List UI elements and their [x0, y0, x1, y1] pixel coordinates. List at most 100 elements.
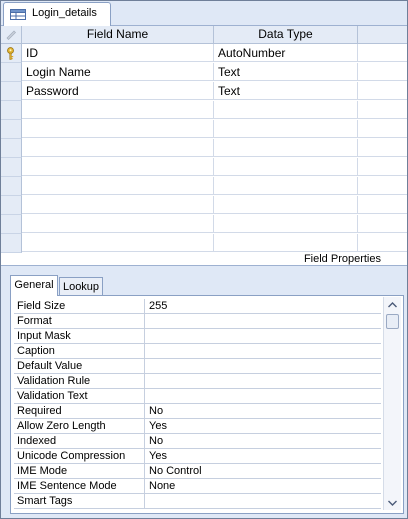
property-row: Default Value [14, 359, 381, 374]
property-name: Validation Text [14, 389, 145, 404]
property-name: IME Sentence Mode [14, 479, 145, 494]
description-cell[interactable] [358, 234, 407, 252]
table-design-window: Login_details Field Name Data Type ID Aut… [0, 0, 408, 519]
row-selector[interactable] [1, 44, 22, 63]
field-properties-title: Field Properties [303, 253, 381, 265]
tab-general[interactable]: General [10, 275, 58, 296]
property-scrollbar[interactable] [383, 297, 401, 510]
property-value[interactable]: No [145, 404, 381, 419]
property-value[interactable] [145, 389, 381, 404]
property-row: Allow Zero Length Yes [14, 419, 381, 434]
tab-lookup[interactable]: Lookup [59, 277, 103, 296]
property-name: Required [14, 404, 145, 419]
primary-key-icon [7, 47, 14, 60]
data-type-cell[interactable]: Text [214, 63, 358, 81]
property-name: IME Mode [14, 464, 145, 479]
property-row: Validation Text [14, 389, 381, 404]
data-type-cell[interactable] [214, 177, 358, 195]
description-cell[interactable] [358, 120, 407, 138]
property-name: Input Mask [14, 329, 145, 344]
field-name-cell[interactable]: Password [22, 82, 214, 100]
column-header-description[interactable] [358, 26, 407, 44]
general-properties-panel: Field Size 255 Format Input Mask Caption Defa… [10, 295, 404, 514]
description-cell[interactable] [358, 63, 407, 81]
pencil-icon [6, 30, 16, 40]
row-selector[interactable] [1, 158, 22, 177]
data-type-cell[interactable]: Text [214, 82, 358, 100]
row-selector[interactable] [1, 139, 22, 158]
row-selector[interactable] [1, 234, 22, 253]
property-value[interactable] [145, 494, 381, 509]
property-value[interactable]: Yes [145, 419, 381, 434]
description-cell[interactable] [358, 44, 407, 62]
property-name: Unicode Compression [14, 449, 145, 464]
description-cell[interactable] [358, 101, 407, 119]
data-type-cell[interactable] [214, 101, 358, 119]
property-name: Format [14, 314, 145, 329]
description-cell[interactable] [358, 196, 407, 214]
scroll-thumb[interactable] [386, 314, 399, 329]
property-row: Field Size 255 [14, 299, 381, 314]
property-name: Indexed [14, 434, 145, 449]
grid-corner [1, 26, 22, 44]
row-selector[interactable] [1, 82, 22, 101]
property-row: Validation Rule [14, 374, 381, 389]
description-cell[interactable] [358, 139, 407, 157]
property-value[interactable]: No [145, 434, 381, 449]
description-cell[interactable] [358, 177, 407, 195]
property-value[interactable]: None [145, 479, 381, 494]
property-row: Required No [14, 404, 381, 419]
chevron-down-icon [388, 500, 397, 506]
description-cell[interactable] [358, 158, 407, 176]
field-name-cell[interactable] [22, 158, 214, 176]
data-type-cell[interactable] [214, 158, 358, 176]
data-type-cell[interactable] [214, 234, 358, 252]
row-selector[interactable] [1, 63, 22, 82]
field-name-cell[interactable] [22, 215, 214, 233]
row-selector[interactable] [1, 120, 22, 139]
document-tab-login-details[interactable]: Login_details [3, 2, 111, 26]
field-name-cell[interactable]: Login Name [22, 63, 214, 81]
chevron-up-icon [388, 301, 397, 307]
property-value[interactable] [145, 359, 381, 374]
description-cell[interactable] [358, 82, 407, 100]
property-value[interactable] [145, 344, 381, 359]
property-value[interactable]: No Control [145, 464, 381, 479]
property-value[interactable] [145, 329, 381, 344]
scroll-down-button[interactable] [384, 495, 401, 510]
table-design-grid: Field Name Data Type ID AutoNumber Login N… [1, 26, 407, 253]
property-row: IME Sentence Mode None [14, 479, 381, 494]
field-name-cell[interactable] [22, 177, 214, 195]
row-selector[interactable] [1, 101, 22, 120]
property-name: Smart Tags [14, 494, 145, 509]
property-row: Caption [14, 344, 381, 359]
row-selector[interactable] [1, 196, 22, 215]
property-value[interactable] [145, 314, 381, 329]
property-value[interactable]: Yes [145, 449, 381, 464]
property-row: Format [14, 314, 381, 329]
field-name-cell[interactable] [22, 196, 214, 214]
data-type-cell[interactable] [214, 120, 358, 138]
field-name-cell[interactable]: ID [22, 44, 214, 62]
property-name: Validation Rule [14, 374, 145, 389]
property-row: Smart Tags [14, 494, 381, 509]
description-cell[interactable] [358, 215, 407, 233]
property-name: Allow Zero Length [14, 419, 145, 434]
row-selector[interactable] [1, 177, 22, 196]
property-value[interactable]: 255 [145, 299, 381, 314]
field-name-cell[interactable] [22, 120, 214, 138]
data-type-cell[interactable] [214, 215, 358, 233]
data-type-cell[interactable]: AutoNumber [214, 44, 358, 62]
data-type-cell[interactable] [214, 139, 358, 157]
field-properties-pane: General Lookup Field Size 255 Format Input … [1, 266, 407, 518]
scroll-up-button[interactable] [384, 297, 401, 312]
field-name-cell[interactable] [22, 234, 214, 252]
field-name-cell[interactable] [22, 101, 214, 119]
column-header-field-name[interactable]: Field Name [22, 26, 214, 44]
data-type-cell[interactable] [214, 196, 358, 214]
column-header-data-type[interactable]: Data Type [214, 26, 358, 44]
property-row: Input Mask [14, 329, 381, 344]
property-value[interactable] [145, 374, 381, 389]
row-selector[interactable] [1, 215, 22, 234]
field-name-cell[interactable] [22, 139, 214, 157]
